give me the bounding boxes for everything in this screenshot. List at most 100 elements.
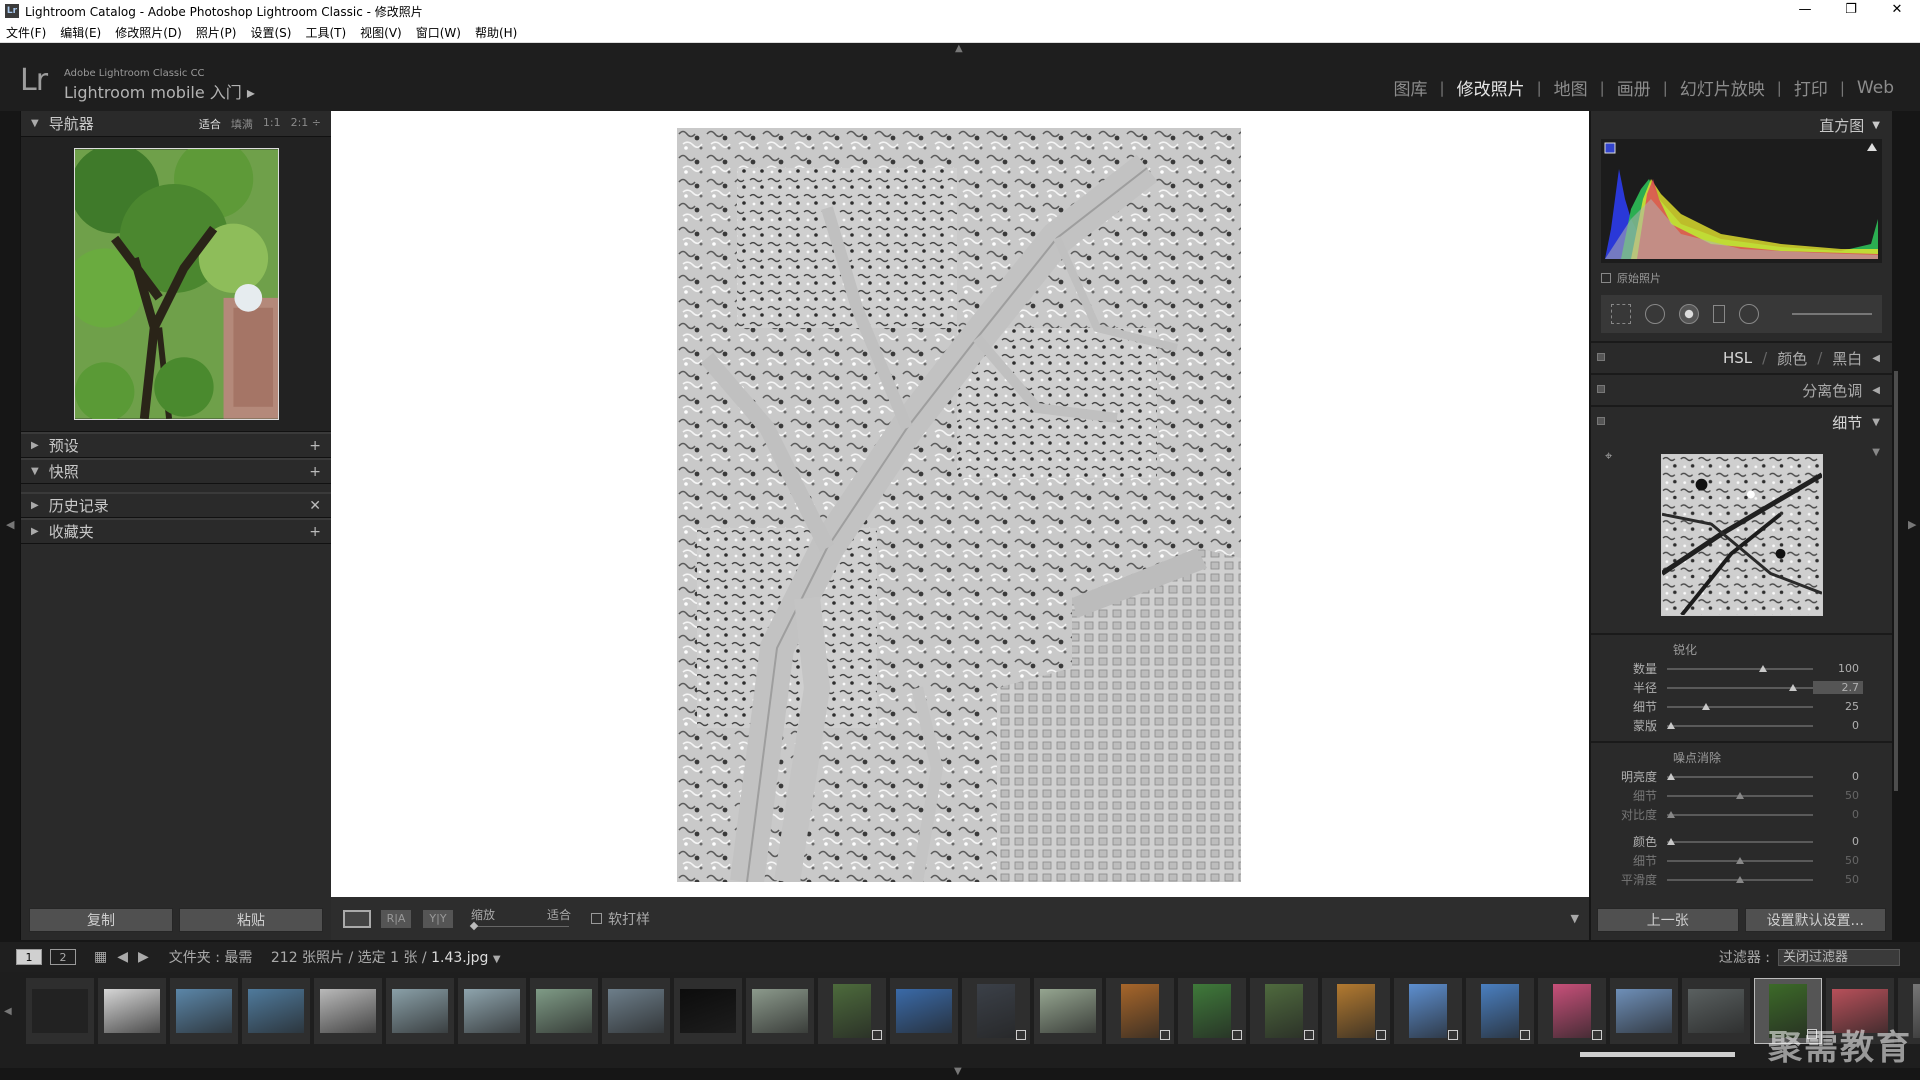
filmstrip-thumbnail[interactable] [314, 978, 382, 1044]
filmstrip-thumbnail[interactable] [1394, 978, 1462, 1044]
before-after-left-right-icon[interactable]: R|A [381, 909, 411, 928]
slider-value[interactable]: 0 [1813, 770, 1863, 783]
filmstrip-thumbnail[interactable] [1106, 978, 1174, 1044]
collapse-bottom-panel-icon[interactable]: ▼ [954, 1066, 962, 1077]
previous-button[interactable]: 上一张 [1597, 908, 1739, 932]
snapshots-panel-header[interactable]: ▼ 快照 + [21, 458, 331, 484]
slider-value[interactable]: 50 [1813, 789, 1863, 802]
module-web[interactable]: Web [1845, 78, 1906, 98]
graduated-filter-tool-icon[interactable] [1713, 305, 1725, 323]
collapse-left-panel-icon[interactable]: ◀ [6, 518, 14, 531]
main-photo-preview[interactable] [677, 128, 1241, 882]
filmstrip-thumbnail[interactable] [26, 978, 94, 1044]
slider-value[interactable]: 50 [1813, 854, 1863, 867]
filmstrip-thumbnail[interactable] [170, 978, 238, 1044]
detail-zoom-preview[interactable] [1660, 454, 1823, 616]
slider-track[interactable] [1667, 664, 1813, 672]
detail-panel-header[interactable]: 细节 ▼ [1591, 405, 1892, 437]
panel-toggle-switch-icon[interactable] [1597, 353, 1605, 361]
lightroom-mobile-link[interactable]: Lightroom mobile 入门 ▸ [64, 79, 255, 103]
filmstrip-thumbnail[interactable] [530, 978, 598, 1044]
filmstrip-thumbnail[interactable] [674, 978, 742, 1044]
paste-button[interactable]: 粘贴 [179, 908, 323, 932]
histogram-chart[interactable] [1601, 139, 1882, 263]
navigator-thumbnail[interactable] [73, 148, 279, 420]
menu-help[interactable]: 帮助(H) [475, 24, 517, 41]
slider-handle[interactable] [1788, 683, 1797, 691]
red-eye-tool-icon[interactable] [1679, 304, 1699, 324]
slider-track[interactable] [1667, 875, 1813, 883]
module-map[interactable]: 地图 [1542, 75, 1600, 100]
filmstrip-thumbnail[interactable] [1466, 978, 1534, 1044]
slider-handle[interactable] [1736, 791, 1744, 799]
before-after-top-bottom-icon[interactable]: Y|Y [423, 909, 453, 928]
filmstrip-thumbnail[interactable] [818, 978, 886, 1044]
clear-history-icon[interactable]: ✕ [309, 498, 321, 514]
menu-edit[interactable]: 编辑(E) [60, 24, 101, 41]
minimize-button[interactable]: — [1782, 0, 1828, 22]
loupe-view-icon[interactable] [343, 909, 371, 928]
panel-toggle-switch-icon[interactable] [1597, 417, 1605, 425]
collections-panel-header[interactable]: ▶ 收藏夹 + [21, 518, 331, 544]
filmstrip-thumbnail[interactable] [890, 978, 958, 1044]
filmstrip-scrollbar[interactable] [1580, 1052, 1735, 1057]
menu-settings[interactable]: 设置(S) [250, 24, 291, 41]
slider-handle[interactable] [1667, 772, 1676, 780]
zoom-slider-track[interactable] [473, 925, 569, 927]
filter-select[interactable]: 关闭过滤器 [1778, 948, 1900, 966]
slider-track[interactable] [1667, 837, 1813, 845]
module-library[interactable]: 图库 [1382, 75, 1440, 100]
back-arrow-icon[interactable]: ◀ [117, 949, 128, 965]
menu-window[interactable]: 窗口(W) [416, 24, 461, 41]
add-collection-icon[interactable]: + [309, 524, 321, 540]
maximize-button[interactable]: ❐ [1828, 0, 1874, 22]
zoom-fill[interactable]: 填满 [231, 116, 253, 132]
menu-develop[interactable]: 修改照片(D) [115, 24, 182, 41]
slider-handle[interactable] [1736, 875, 1744, 883]
add-snapshot-icon[interactable]: + [309, 464, 321, 480]
slider-handle[interactable] [1667, 721, 1676, 729]
toolbar-options-chevron-down-icon[interactable]: ▼ [1571, 912, 1579, 925]
filmstrip-thumbnail[interactable] [746, 978, 814, 1044]
slider-track[interactable] [1667, 856, 1813, 864]
filmstrip-thumbnail[interactable] [98, 978, 166, 1044]
source-dropdown-chevron-down-icon[interactable]: ▼ [493, 954, 501, 965]
zoom-fit[interactable]: 适合 [199, 116, 221, 132]
target-adjust-icon[interactable]: ⌖ [1605, 449, 1612, 464]
slider-handle[interactable] [1736, 856, 1744, 864]
slider-value[interactable]: 100 [1813, 662, 1863, 675]
slider-track[interactable] [1667, 702, 1813, 710]
slider-track[interactable] [1667, 721, 1813, 729]
filmstrip-thumbnail[interactable] [1538, 978, 1606, 1044]
filmstrip-thumbnail[interactable] [242, 978, 310, 1044]
filmstrip-thumbnail[interactable] [1682, 978, 1750, 1044]
history-panel-header[interactable]: ▶ 历史记录 ✕ [21, 492, 331, 518]
presets-panel-header[interactable]: ▶ 预设 + [21, 432, 331, 458]
collapse-right-panel-icon[interactable]: ▶ [1908, 518, 1916, 531]
zoom-slider-handle[interactable] [469, 921, 479, 930]
navigator-preview[interactable] [21, 137, 331, 432]
module-print[interactable]: 打印 [1782, 75, 1840, 100]
menu-tools[interactable]: 工具(T) [305, 24, 346, 41]
histogram-header[interactable]: 直方图 ▼ [1591, 111, 1892, 139]
filmstrip-thumbnail[interactable] [1250, 978, 1318, 1044]
hsl-panel-header[interactable]: HSL / 颜色 / 黑白 ◀ [1591, 341, 1892, 373]
spot-removal-tool-icon[interactable] [1645, 304, 1665, 324]
slider-value[interactable]: 2.7 [1813, 681, 1863, 694]
original-photo-checkbox[interactable] [1601, 273, 1611, 283]
photo-canvas[interactable] [331, 111, 1589, 897]
slider-value[interactable]: 50 [1813, 873, 1863, 886]
zoom-2-1[interactable]: 2:1 ÷ [291, 116, 321, 132]
slider-track[interactable] [1667, 683, 1813, 691]
black-white-tab[interactable]: 黑白 [1832, 348, 1862, 369]
menu-file[interactable]: 文件(F) [6, 24, 46, 41]
slider-track[interactable] [1667, 791, 1813, 799]
filmstrip-thumbnail[interactable] [602, 978, 670, 1044]
slider-value[interactable]: 0 [1813, 835, 1863, 848]
right-panel-scrollbar[interactable] [1894, 371, 1898, 791]
shadow-clipping-indicator[interactable] [1604, 142, 1616, 154]
soft-proof-checkbox[interactable] [591, 913, 602, 924]
panel-toggle-switch-icon[interactable] [1597, 385, 1605, 393]
adjustment-brush-tool-icon[interactable] [1792, 313, 1872, 315]
hsl-tab[interactable]: HSL [1723, 349, 1752, 367]
